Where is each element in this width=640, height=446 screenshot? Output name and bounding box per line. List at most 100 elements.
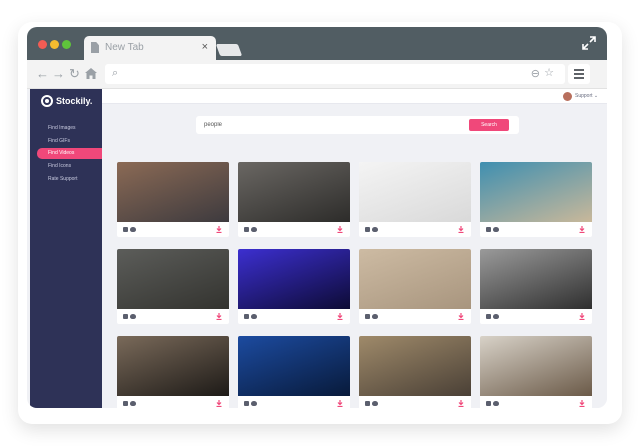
camera-logo-icon bbox=[41, 95, 53, 107]
video-card[interactable] bbox=[117, 249, 229, 324]
video-thumbnail[interactable] bbox=[480, 162, 592, 222]
download-icon[interactable] bbox=[216, 400, 222, 407]
video-card[interactable] bbox=[238, 249, 350, 324]
video-thumbnail[interactable] bbox=[480, 249, 592, 309]
video-card[interactable] bbox=[117, 336, 229, 408]
browser-tab[interactable]: New Tab × bbox=[84, 36, 216, 60]
video-thumbnail[interactable] bbox=[117, 162, 229, 222]
download-icon[interactable] bbox=[579, 313, 585, 320]
download-icon[interactable] bbox=[458, 226, 464, 233]
download-icon[interactable] bbox=[458, 400, 464, 407]
video-thumbnail[interactable] bbox=[238, 162, 350, 222]
video-card[interactable] bbox=[480, 336, 592, 408]
video-thumbnail[interactable] bbox=[359, 162, 471, 222]
facebook-icon[interactable] bbox=[486, 227, 491, 232]
video-card[interactable] bbox=[359, 162, 471, 237]
twitter-icon[interactable] bbox=[372, 314, 378, 319]
logo[interactable]: Stockily. bbox=[41, 95, 92, 107]
sidebar-item-find-icons[interactable]: Find Icons bbox=[37, 161, 102, 172]
forward-icon[interactable]: → bbox=[52, 66, 65, 82]
facebook-icon[interactable] bbox=[244, 314, 249, 319]
video-card[interactable] bbox=[238, 336, 350, 408]
twitter-icon[interactable] bbox=[372, 401, 378, 406]
card-footer bbox=[359, 396, 471, 408]
minimize-window-button[interactable] bbox=[50, 40, 59, 49]
video-thumbnail[interactable] bbox=[359, 249, 471, 309]
download-icon[interactable] bbox=[337, 313, 343, 320]
facebook-icon[interactable] bbox=[365, 227, 370, 232]
twitter-icon[interactable] bbox=[130, 401, 136, 406]
support-menu[interactable]: Support ⌄ bbox=[575, 93, 598, 99]
facebook-icon[interactable] bbox=[123, 314, 128, 319]
video-card[interactable] bbox=[359, 336, 471, 408]
zoom-icon[interactable]: ⊖ bbox=[531, 67, 540, 80]
facebook-icon[interactable] bbox=[123, 401, 128, 406]
fullscreen-icon[interactable] bbox=[582, 36, 596, 50]
search-icon: ⌕ bbox=[112, 67, 119, 79]
card-footer bbox=[238, 222, 350, 237]
logo-text: Stockily. bbox=[56, 96, 93, 106]
facebook-icon[interactable] bbox=[244, 401, 249, 406]
twitter-icon[interactable] bbox=[372, 227, 378, 232]
search-button[interactable]: Search bbox=[469, 119, 509, 131]
facebook-icon[interactable] bbox=[365, 314, 370, 319]
video-card[interactable] bbox=[359, 249, 471, 324]
menu-icon-bar bbox=[574, 73, 584, 75]
video-card[interactable] bbox=[238, 162, 350, 237]
browser-menu-button[interactable] bbox=[568, 64, 590, 84]
browser-titlebar: New Tab × bbox=[27, 27, 607, 60]
twitter-icon[interactable] bbox=[251, 401, 257, 406]
twitter-icon[interactable] bbox=[130, 227, 136, 232]
sidebar-item-rate-support[interactable]: Rate Support bbox=[37, 174, 102, 185]
twitter-icon[interactable] bbox=[130, 314, 136, 319]
sidebar-item-find-images[interactable]: Find Images bbox=[37, 123, 102, 134]
video-thumbnail[interactable] bbox=[117, 336, 229, 396]
close-window-button[interactable] bbox=[38, 40, 47, 49]
card-footer bbox=[359, 222, 471, 237]
facebook-icon[interactable] bbox=[123, 227, 128, 232]
maximize-window-button[interactable] bbox=[62, 40, 71, 49]
new-tab-button[interactable] bbox=[215, 44, 243, 56]
twitter-icon[interactable] bbox=[251, 227, 257, 232]
search-input[interactable] bbox=[204, 120, 454, 130]
download-icon[interactable] bbox=[216, 226, 222, 233]
browser-window: New Tab × ← → ↻ ⌕ ⊖ ☆ Stockily. Find Ima… bbox=[27, 27, 607, 408]
download-icon[interactable] bbox=[458, 313, 464, 320]
home-icon[interactable] bbox=[85, 68, 97, 79]
card-footer bbox=[117, 309, 229, 324]
video-thumbnail[interactable] bbox=[359, 336, 471, 396]
menu-icon-bar bbox=[574, 69, 584, 71]
sidebar-item-find-gifs[interactable]: Find GIFs bbox=[37, 136, 102, 147]
download-icon[interactable] bbox=[337, 400, 343, 407]
video-thumbnail[interactable] bbox=[238, 336, 350, 396]
reload-icon[interactable]: ↻ bbox=[69, 66, 80, 82]
back-icon[interactable]: ← bbox=[36, 66, 49, 82]
facebook-icon[interactable] bbox=[365, 401, 370, 406]
bookmark-star-icon[interactable]: ☆ bbox=[544, 66, 554, 79]
twitter-icon[interactable] bbox=[251, 314, 257, 319]
download-icon[interactable] bbox=[579, 226, 585, 233]
video-card[interactable] bbox=[117, 162, 229, 237]
card-footer bbox=[117, 396, 229, 408]
card-footer bbox=[117, 222, 229, 237]
twitter-icon[interactable] bbox=[493, 314, 499, 319]
document-icon bbox=[91, 42, 99, 53]
video-thumbnail[interactable] bbox=[238, 249, 350, 309]
avatar[interactable] bbox=[563, 92, 572, 101]
sidebar-item-find-videos[interactable]: Find Videos bbox=[37, 148, 102, 159]
video-thumbnail[interactable] bbox=[117, 249, 229, 309]
video-card[interactable] bbox=[480, 162, 592, 237]
tab-close-icon[interactable]: × bbox=[202, 41, 208, 53]
facebook-icon[interactable] bbox=[486, 401, 491, 406]
video-card[interactable] bbox=[480, 249, 592, 324]
facebook-icon[interactable] bbox=[244, 227, 249, 232]
app-content: Stockily. Find Images Find GIFs Find Vid… bbox=[30, 89, 607, 408]
address-bar[interactable]: ⌕ ⊖ ☆ bbox=[105, 64, 565, 84]
download-icon[interactable] bbox=[337, 226, 343, 233]
facebook-icon[interactable] bbox=[486, 314, 491, 319]
video-thumbnail[interactable] bbox=[480, 336, 592, 396]
twitter-icon[interactable] bbox=[493, 227, 499, 232]
twitter-icon[interactable] bbox=[493, 401, 499, 406]
download-icon[interactable] bbox=[579, 400, 585, 407]
download-icon[interactable] bbox=[216, 313, 222, 320]
